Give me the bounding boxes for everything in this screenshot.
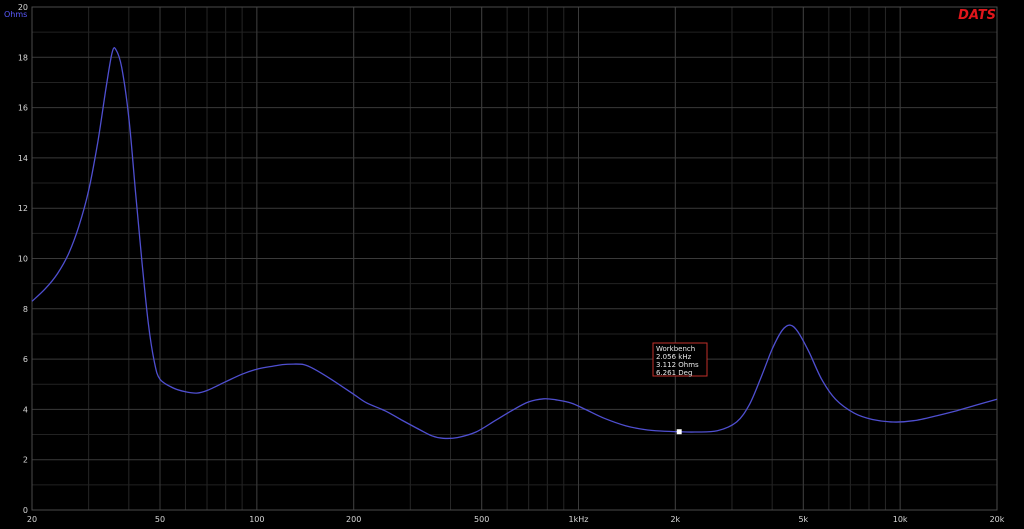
- x-tick-label: 2k: [670, 515, 680, 524]
- x-tick-label: 20k: [990, 515, 1005, 524]
- y-tick-label: 0: [23, 506, 28, 515]
- x-tick-label: 200: [346, 515, 361, 524]
- impedance-chart-window: 0 2 4 6 8 10 12 14 16 18 20 20 50 100 200 500 1kHz 2k 5k 1…: [0, 0, 1024, 525]
- y-tick-label: 8: [23, 305, 28, 314]
- dats-logo: DATS: [958, 8, 996, 23]
- cursor-readout-line: 6.261 Deg: [656, 369, 692, 377]
- x-tick-label: 10k: [893, 515, 908, 524]
- cursor-readout-line: Workbench: [656, 345, 695, 353]
- y-tick-label: 12: [18, 204, 28, 213]
- x-tick-label: 100: [249, 515, 264, 524]
- y-tick-label: 2: [23, 456, 28, 465]
- cursor-readout-line: 2.056 kHz: [656, 353, 692, 361]
- x-tick-label: 500: [474, 515, 489, 524]
- x-tick-label: 20: [27, 515, 37, 524]
- impedance-chart: 02468101214161820 20 50 100 200 500 1kHz 2k 5k 1…: [0, 0, 1024, 525]
- cursor-readout-line: 3.112 Ohms: [656, 361, 699, 369]
- x-tick-label: 1kHz: [569, 515, 589, 524]
- y-tick-label: 10: [18, 255, 28, 264]
- y-tick-label: 4: [23, 405, 28, 414]
- y-axis-label: Ohms: [4, 10, 27, 19]
- x-tick-label: 50: [155, 515, 165, 524]
- y-tick-label: 14: [18, 154, 28, 163]
- x-tick-label: 5k: [798, 515, 808, 524]
- y-tick-label: 16: [18, 104, 28, 113]
- chart-background: [0, 0, 1024, 525]
- y-tick-label: 18: [18, 53, 28, 62]
- y-tick-label: 6: [23, 355, 28, 364]
- cursor-marker[interactable]: [676, 429, 682, 435]
